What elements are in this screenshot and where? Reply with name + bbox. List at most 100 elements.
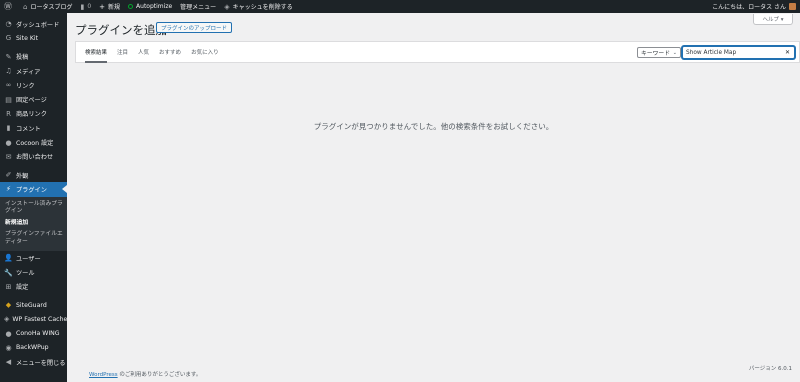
status-circle-icon [128,4,134,9]
admin-menu-label: 管理メニュー [180,4,217,11]
sidebar-item-siteguard[interactable]: ◆ SiteGuard [0,298,67,312]
conoha-icon: ● [5,329,12,338]
sidebar-item-label: お問い合わせ [16,154,54,162]
siteguard-icon: ◆ [5,301,12,310]
sidebar-item-site-kit[interactable]: G Site Kit [0,31,67,45]
tab-featured[interactable]: 注目 [117,42,128,63]
sidebar-item-dashboard[interactable]: ◔ ダッシュボード [0,17,67,31]
sidebar-item-label: 固定ページ [16,97,47,105]
clear-icon[interactable]: ✕ [785,49,790,56]
my-account-menu[interactable]: こんにちは、ロータス さん [708,0,800,13]
tab-recommended[interactable]: おすすめ [159,42,181,63]
tab-favorites[interactable]: お気に入り [191,42,219,63]
sidebar-item-media[interactable]: ♫ メディア [0,64,67,78]
cache-icon: ◈ [224,2,230,11]
sidebar-item-label: 商品リンク [16,111,47,119]
no-results-message: プラグインが見つかりませんでした。他の検索条件をお試しください。 [313,122,554,131]
sidebar-item-comments[interactable]: ▮ コメント [0,121,67,135]
link-icon: ∞ [5,81,12,90]
sidebar-item-label: SiteGuard [16,301,47,309]
greeting: こんにちは、ロータス さん [712,4,786,11]
footer-version: バージョン 6.0.1 [748,366,792,372]
admin-bar: Ⓦ ⌂ ロータスブログ ▮ 0 + 新規 Autoptimize 管理メニュー … [0,0,800,13]
sidebar-item-label: コメント [16,125,41,133]
cache-icon: ◈ [4,315,10,324]
settings-icon: ⊞ [5,282,12,291]
media-icon: ♫ [5,67,12,76]
site-name: ロータスブログ [30,4,73,11]
sidebar-item-label: Site Kit [16,34,39,42]
sidebar-item-pages[interactable]: ▤ 固定ページ [0,92,67,106]
sidebar-item-label: ConoHa WING [16,330,60,338]
wordpress-link[interactable]: WordPress [89,372,118,378]
page-icon: ▤ [5,95,12,104]
new-content-menu[interactable]: + 新規 [95,0,124,13]
tab-popular[interactable]: 人気 [138,42,149,63]
upload-plugin-button[interactable]: プラグインのアップロード [156,22,233,33]
rakuten-icon: R [6,109,11,118]
comment-icon: ▮ [6,124,11,133]
help-tab-button[interactable]: ヘルプ ▾ [753,14,793,25]
sidebar-item-label: Cocoon 設定 [16,140,54,148]
cocoon-icon: ● [5,138,12,147]
search-input-value: Show Article Map [686,49,737,56]
sidebar-item-users[interactable]: 👤 ユーザー [0,251,67,265]
submenu-plugin-editor[interactable]: プラグインファイルエディター [0,229,67,248]
new-label: 新規 [108,4,121,11]
cache-clear-menu[interactable]: ◈ キャッシュを削除する [220,0,296,13]
backwpup-icon: ◉ [5,343,12,352]
plus-icon: + [99,2,106,11]
brush-icon: ✐ [5,171,12,180]
footer-thanks-text: のご利用ありがとうございます。 [117,372,202,378]
sidebar-item-label: 外観 [16,172,29,180]
wordpress-icon: Ⓦ [4,2,12,11]
plugin-tabs: 検索結果 注目 人気 おすすめ お気に入り [85,42,229,63]
autoptimize-label: Autoptimize [136,3,173,10]
plugin-icon: ⚡ [6,185,11,194]
search-type-value: キーワード [641,51,670,57]
cache-clear-label: キャッシュを削除する [232,4,293,11]
sidebar-item-settings[interactable]: ⊞ 設定 [0,280,67,294]
submenu-installed-plugins[interactable]: インストール済みプラグイン [0,199,67,218]
sidebar-item-label: 設定 [16,284,29,292]
collapse-menu-button[interactable]: ◀ メニューを閉じる [0,355,67,369]
sidebar-item-posts[interactable]: ✎ 投稿 [0,50,67,64]
sidebar-item-backwpup[interactable]: ◉ BackWPup [0,341,67,355]
comments-menu[interactable]: ▮ 0 [76,0,95,13]
pin-icon: ✎ [5,52,12,61]
home-icon: ⌂ [23,2,28,11]
chevron-down-icon: ⌄ [672,49,677,56]
sidebar-item-tools[interactable]: 🔧 ツール [0,265,67,279]
sidebar-item-label: BackWPup [16,344,49,352]
sidebar-item-label: ユーザー [16,255,41,263]
sidebar-item-product-links[interactable]: R 商品リンク [0,107,67,121]
sidebar-item-cocoon[interactable]: ● Cocoon 設定 [0,135,67,149]
sidebar-item-plugins[interactable]: ⚡ プラグイン [0,182,67,197]
user-icon: 👤 [4,254,13,263]
plugin-filter-bar: 検索結果 注目 人気 おすすめ お気に入り キーワード ⌄ Show Artic… [75,41,800,63]
sidebar-item-label: メニューを閉じる [16,359,66,367]
sidebar-item-label: ツール [16,270,35,277]
wrench-icon: 🔧 [4,268,13,277]
admin-sidebar: ◔ ダッシュボード G Site Kit ✎ 投稿 ♫ メディア ∞ リンク ▤… [0,13,67,382]
collapse-icon: ◀ [5,358,12,367]
sidebar-item-label: メディア [16,68,41,76]
submenu-add-new[interactable]: 新規追加 [0,218,67,230]
plugin-search-input[interactable]: Show Article Map ✕ [682,46,795,59]
sidebar-item-conoha-wing[interactable]: ● ConoHa WING [0,327,67,341]
search-type-select[interactable]: キーワード ⌄ [637,47,681,58]
autoptimize-menu[interactable]: Autoptimize [124,0,176,13]
tab-search-results[interactable]: 検索結果 [85,42,108,63]
sidebar-item-label: リンク [16,82,35,90]
main-content: ヘルプ ▾ プラグインを追加 プラグインのアップロード 検索結果 注目 人気 お… [67,13,800,382]
sidebar-item-label: 投稿 [16,54,29,62]
sidebar-item-appearance[interactable]: ✐ 外観 [0,168,67,182]
sidebar-item-contact[interactable]: ✉ お問い合わせ [0,150,67,164]
dashboard-icon: ◔ [5,20,12,29]
site-name-menu[interactable]: ⌂ ロータスブログ [19,0,76,13]
admin-menu-link[interactable]: 管理メニュー [176,0,220,13]
wp-logo-menu[interactable]: Ⓦ [0,0,19,13]
sidebar-item-links[interactable]: ∞ リンク [0,78,67,92]
comments-count: 0 [87,3,92,10]
sidebar-item-wp-fastest-cache[interactable]: ◈ WP Fastest Cache [0,312,67,326]
